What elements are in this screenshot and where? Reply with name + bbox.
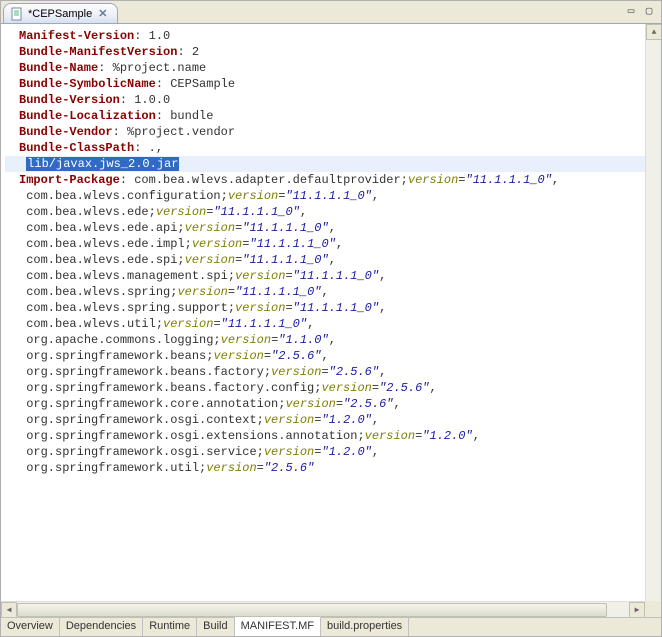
manifest-import-entry: org.springframework.osgi.service;version… (5, 444, 645, 460)
tab-bar-bottom: OverviewDependenciesRuntimeBuildMANIFEST… (1, 617, 661, 636)
close-icon[interactable]: ✕ (96, 7, 109, 20)
editor-tab[interactable]: *CEPSample ✕ (3, 3, 118, 23)
tab-runtime[interactable]: Runtime (143, 618, 197, 636)
manifest-import-entry: org.springframework.beans.factory.config… (5, 380, 645, 396)
vertical-scrollbar[interactable]: ▲ (645, 24, 661, 601)
manifest-import-entry: com.bea.wlevs.management.spi;version="11… (5, 268, 645, 284)
manifest-classpath-entry: lib/javax.jws_2.0.jar (5, 156, 645, 172)
tab-build[interactable]: Build (197, 618, 234, 636)
editor-tab-title: *CEPSample (28, 8, 92, 20)
manifest-header-line: Bundle-Version: 1.0.0 (5, 92, 645, 108)
scroll-corner (645, 601, 661, 617)
tab-overview[interactable]: Overview (1, 618, 60, 636)
minimize-icon[interactable]: ▭ (623, 3, 639, 19)
scroll-left-icon[interactable]: ◀ (1, 602, 17, 617)
tab-build-properties[interactable]: build.properties (321, 618, 409, 636)
manifest-classpath-line: Bundle-ClassPath: ., (5, 140, 645, 156)
manifest-import-entry: com.bea.wlevs.ede;version="11.1.1.1_0", (5, 204, 645, 220)
view-toolbar: ▭ ▢ (623, 3, 657, 19)
manifest-import-entry: com.bea.wlevs.ede.spi;version="11.1.1.1_… (5, 252, 645, 268)
tab-manifest-mf[interactable]: MANIFEST.MF (235, 617, 321, 636)
selected-text[interactable]: lib/javax.jws_2.0.jar (26, 157, 179, 171)
scroll-up-icon[interactable]: ▲ (646, 24, 661, 40)
manifest-import-entry: org.springframework.core.annotation;vers… (5, 396, 645, 412)
manifest-import-entry: org.springframework.beans.factory;versio… (5, 364, 645, 380)
manifest-import-entry: org.springframework.util;version="2.5.6" (5, 460, 645, 476)
manifest-import-entry: com.bea.wlevs.ede.api;version="11.1.1.1_… (5, 220, 645, 236)
manifest-import-entry: com.bea.wlevs.util;version="11.1.1.1_0", (5, 316, 645, 332)
manifest-import-header: Import-Package: com.bea.wlevs.adapter.de… (5, 172, 645, 188)
tab-dependencies[interactable]: Dependencies (60, 618, 143, 636)
manifest-source-editor[interactable]: Manifest-Version: 1.0Bundle-ManifestVers… (1, 24, 645, 601)
horizontal-scrollbar[interactable]: ◀ ▶ (1, 601, 645, 617)
manifest-header-line: Bundle-Name: %project.name (5, 60, 645, 76)
manifest-import-entry: com.bea.wlevs.spring;version="11.1.1.1_0… (5, 284, 645, 300)
editor-container: *CEPSample ✕ ▭ ▢ Manifest-Version: 1.0Bu… (0, 0, 662, 637)
manifest-import-entry: org.springframework.beans;version="2.5.6… (5, 348, 645, 364)
scroll-thumb[interactable] (17, 603, 607, 617)
manifest-header-line: Bundle-ManifestVersion: 2 (5, 44, 645, 60)
manifest-import-entry: org.springframework.osgi.context;version… (5, 412, 645, 428)
editor-body: Manifest-Version: 1.0Bundle-ManifestVers… (1, 23, 661, 617)
manifest-header-line: Bundle-Vendor: %project.vendor (5, 124, 645, 140)
maximize-icon[interactable]: ▢ (641, 3, 657, 19)
manifest-header-line: Bundle-SymbolicName: CEPSample (5, 76, 645, 92)
manifest-file-icon (10, 7, 24, 21)
manifest-import-entry: com.bea.wlevs.configuration;version="11.… (5, 188, 645, 204)
scroll-right-icon[interactable]: ▶ (629, 602, 645, 617)
manifest-header-line: Manifest-Version: 1.0 (5, 28, 645, 44)
manifest-header-line: Bundle-Localization: bundle (5, 108, 645, 124)
manifest-import-entry: org.springframework.osgi.extensions.anno… (5, 428, 645, 444)
manifest-import-entry: org.apache.commons.logging;version="1.1.… (5, 332, 645, 348)
tab-bar-top: *CEPSample ✕ ▭ ▢ (1, 1, 661, 23)
manifest-import-entry: com.bea.wlevs.spring.support;version="11… (5, 300, 645, 316)
manifest-import-entry: com.bea.wlevs.ede.impl;version="11.1.1.1… (5, 236, 645, 252)
